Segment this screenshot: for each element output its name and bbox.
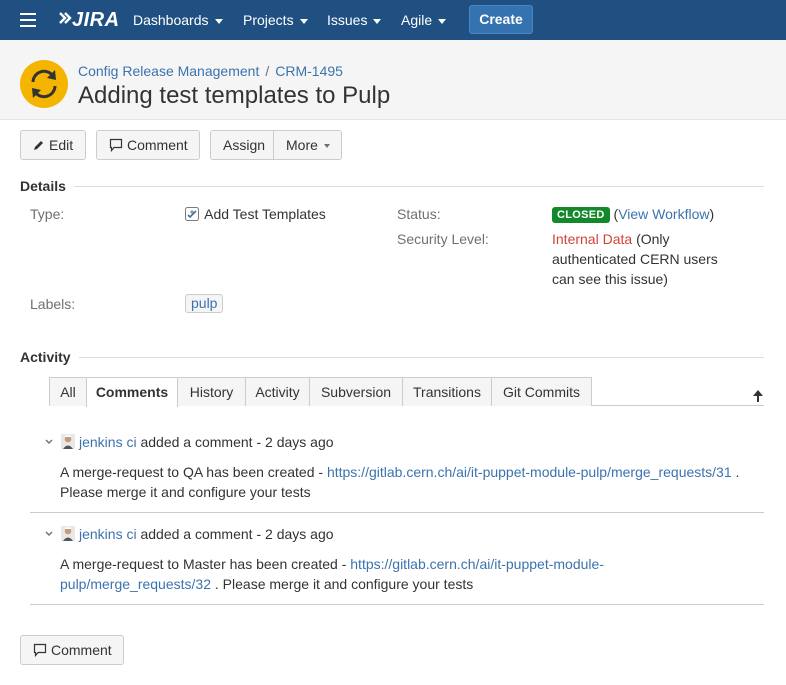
chevron-down-icon: [373, 18, 382, 24]
tab-git-commits[interactable]: Git Commits: [491, 377, 592, 406]
nav-agile[interactable]: Agile: [401, 11, 447, 29]
breadcrumb-separator: /: [265, 63, 270, 79]
tab-history[interactable]: History: [177, 377, 246, 406]
issue-summary-title[interactable]: Adding test templates to Pulp: [78, 81, 390, 111]
comment-bubble-icon: [33, 643, 47, 657]
add-comment-button-label: Comment: [51, 642, 112, 658]
assign-button[interactable]: Assign: [210, 130, 274, 160]
nav-projects[interactable]: Projects: [243, 11, 308, 29]
comment-time[interactable]: 2 days ago: [265, 434, 334, 450]
details-heading: Details: [20, 177, 74, 195]
tab-comments[interactable]: Comments: [86, 377, 178, 407]
chevron-down-icon: [438, 18, 447, 24]
nav-projects-label: Projects: [243, 12, 294, 28]
tab-transitions[interactable]: Transitions: [402, 377, 492, 406]
app-switcher-menu-icon[interactable]: [16, 10, 40, 30]
details-divider: [20, 186, 764, 187]
workflow-close-paren: ): [709, 206, 715, 222]
view-workflow-link[interactable]: View Workflow: [618, 206, 709, 222]
chevron-down-icon: [299, 18, 308, 24]
merge-request-link[interactable]: https://gitlab.cern.ch/ai/it-puppet-modu…: [327, 464, 732, 480]
more-actions-button[interactable]: More: [273, 130, 342, 160]
activity-heading: Activity: [20, 348, 79, 366]
jira-logo-text: JIRA: [72, 9, 120, 31]
collapse-chevron-icon[interactable]: [44, 529, 54, 539]
comment-time[interactable]: 2 days ago: [265, 526, 334, 542]
test-template-type-icon: [185, 207, 199, 221]
labels-label: Labels:: [30, 296, 76, 312]
comment-body: A merge-request to Master has been creat…: [60, 554, 660, 594]
comment-action: added a comment: [140, 526, 253, 542]
breadcrumb: Config Release Management / CRM-1495: [78, 62, 343, 80]
collapse-chevron-icon[interactable]: [44, 437, 54, 447]
details-section-header: Details: [20, 177, 764, 195]
comment-button-label: Comment: [127, 137, 188, 153]
add-comment-button[interactable]: Comment: [20, 635, 124, 665]
breadcrumb-issue-key-link[interactable]: CRM-1495: [275, 63, 343, 79]
edit-button-label: Edit: [49, 137, 74, 153]
tab-activity[interactable]: Activity: [245, 377, 310, 406]
activity-section-header: Activity: [20, 348, 764, 366]
nav-dashboards[interactable]: Dashboards: [133, 11, 223, 29]
activity-divider: [20, 357, 764, 358]
type-value-text: Add Test Templates: [204, 206, 326, 222]
chevron-down-icon: [323, 144, 330, 149]
project-avatar-refresh-icon[interactable]: [20, 60, 68, 108]
comment-text-after: . Please merge it and configure your tes…: [214, 576, 474, 592]
assign-button-label: Assign: [223, 137, 266, 153]
status-badge: CLOSED: [552, 207, 610, 223]
status-value: CLOSED (View Workflow): [552, 204, 714, 224]
jira-logo-mark-icon: [59, 12, 72, 24]
nav-issues[interactable]: Issues: [327, 11, 382, 29]
nav-issues-label: Issues: [327, 12, 368, 28]
breadcrumb-project-link[interactable]: Config Release Management: [78, 63, 259, 79]
more-button-label: More: [286, 137, 318, 153]
comment-button[interactable]: Comment: [96, 130, 200, 160]
type-value: Add Test Templates: [185, 204, 326, 224]
comment-item: jenkins ci added a comment - 2 days ago …: [30, 513, 764, 605]
tab-all[interactable]: All: [49, 377, 87, 406]
nav-agile-label: Agile: [401, 12, 433, 28]
chevron-down-icon: [214, 18, 223, 24]
top-navigation-bar: JIRA Dashboards Projects Issues Agile Cr…: [0, 0, 786, 40]
user-avatar-icon: [61, 434, 75, 449]
user-avatar-icon: [61, 526, 75, 541]
comment-text-before: A merge-request to QA has been created -: [60, 464, 324, 480]
comment-action: added a comment: [140, 434, 253, 450]
label-tag-pulp[interactable]: pulp: [185, 294, 224, 313]
tab-subversion[interactable]: Subversion: [309, 377, 403, 406]
issue-header: Config Release Management / CRM-1495 Addin…: [0, 40, 786, 120]
sort-order-arrow-icon[interactable]: [752, 389, 764, 403]
comment-author-link[interactable]: jenkins ci: [79, 434, 137, 450]
edit-button[interactable]: Edit: [20, 130, 86, 160]
create-issue-button[interactable]: Create: [469, 5, 533, 34]
type-label: Type:: [30, 206, 65, 222]
comment-item: jenkins ci added a comment - 2 days ago …: [30, 423, 764, 513]
status-label: Status:: [397, 206, 441, 222]
comment-text-before: A merge-request to Master has been creat…: [60, 556, 347, 572]
security-level-label: Security Level:: [397, 231, 489, 247]
pencil-icon: [34, 140, 43, 150]
security-level-value: Internal Data (Only authenticated CERN u…: [552, 229, 732, 289]
comment-meta: jenkins ci added a comment - 2 days ago: [79, 526, 334, 542]
comment-author-link[interactable]: jenkins ci: [79, 526, 137, 542]
comment-bubble-icon: [109, 138, 123, 152]
nav-dashboards-label: Dashboards: [133, 12, 209, 28]
comment-meta: jenkins ci added a comment - 2 days ago: [79, 434, 334, 450]
comment-body: A merge-request to QA has been created -…: [60, 462, 760, 502]
security-level-name: Internal Data: [552, 231, 633, 247]
